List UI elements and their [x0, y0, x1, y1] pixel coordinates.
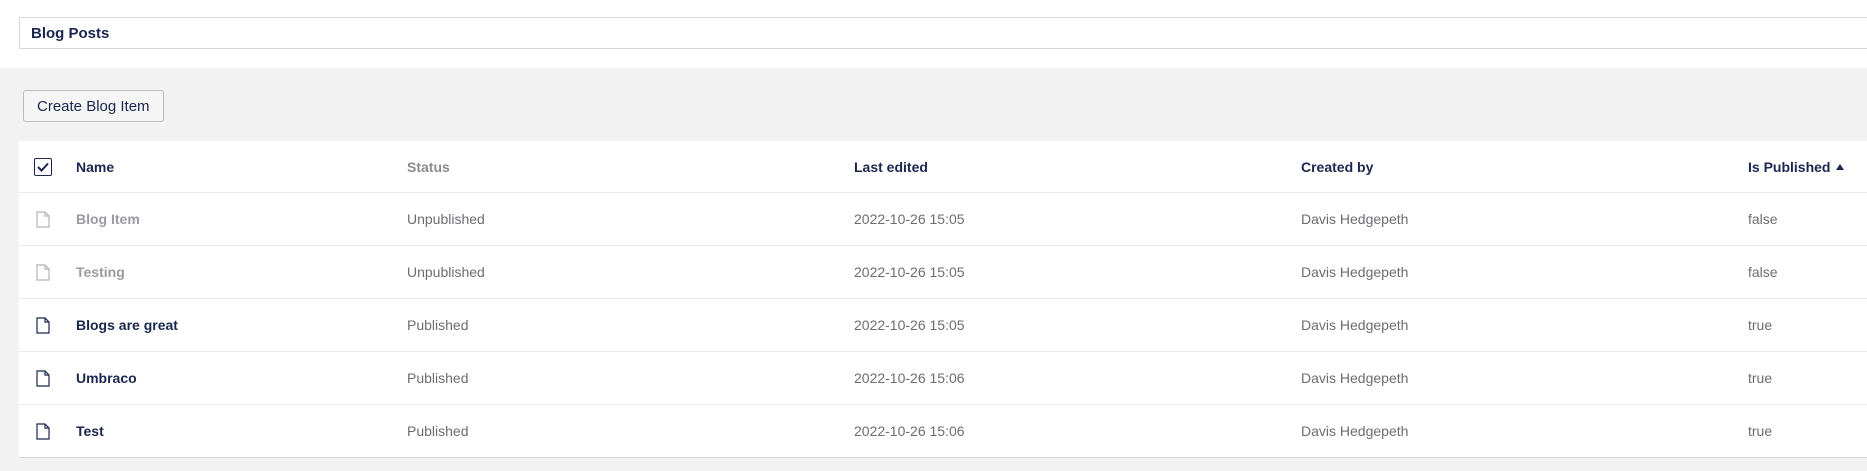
- column-header-name[interactable]: Name: [76, 159, 114, 175]
- document-icon[interactable]: [33, 421, 53, 441]
- sort-ascending-icon: [1836, 163, 1845, 170]
- column-header-is-published[interactable]: Is Published: [1748, 158, 1845, 175]
- select-all-checkbox[interactable]: [33, 157, 53, 177]
- row-name-link[interactable]: Blogs are great: [76, 317, 178, 333]
- document-icon[interactable]: [33, 209, 53, 229]
- row-name-link[interactable]: Blog Item: [76, 211, 140, 227]
- row-created-by: Davis Hedgepeth: [1301, 370, 1409, 386]
- row-status: Published: [407, 317, 469, 333]
- row-is-published: true: [1748, 370, 1773, 386]
- column-header-is-published-label: Is Published: [1748, 158, 1831, 175]
- checkbox[interactable]: [34, 157, 52, 176]
- row-last-edited: 2022-10-26 15:05: [854, 264, 965, 280]
- document-icon[interactable]: [33, 315, 53, 335]
- table-row[interactable]: Blog Item Unpublished 2022-10-26 15:05 D…: [19, 193, 1867, 246]
- column-header-last-edited[interactable]: Last edited: [854, 159, 928, 175]
- row-last-edited: 2022-10-26 15:05: [854, 317, 965, 333]
- row-name-link[interactable]: Test: [76, 423, 104, 439]
- document-icon[interactable]: [33, 262, 53, 282]
- page: Blog Posts Create Blog Item Name Status …: [0, 0, 1867, 471]
- row-is-published: false: [1748, 264, 1778, 280]
- title-bar: Blog Posts: [19, 17, 1867, 49]
- list-view-table: Name Status Last edited Created by Is Pu…: [19, 141, 1867, 458]
- row-created-by: Davis Hedgepeth: [1301, 423, 1409, 439]
- row-status: Unpublished: [407, 211, 485, 227]
- row-status: Published: [407, 423, 469, 439]
- row-name-link[interactable]: Testing: [76, 264, 125, 280]
- row-name-link[interactable]: Umbraco: [76, 370, 137, 386]
- table-row[interactable]: Test Published 2022-10-26 15:06 Davis He…: [19, 405, 1867, 458]
- table-row[interactable]: Testing Unpublished 2022-10-26 15:05 Dav…: [19, 246, 1867, 299]
- row-status: Unpublished: [407, 264, 485, 280]
- row-is-published: false: [1748, 211, 1778, 227]
- create-blog-item-button[interactable]: Create Blog Item: [23, 90, 164, 122]
- row-is-published: true: [1748, 423, 1773, 439]
- table-row[interactable]: Blogs are great Published 2022-10-26 15:…: [19, 299, 1867, 352]
- document-icon[interactable]: [33, 368, 53, 388]
- row-created-by: Davis Hedgepeth: [1301, 264, 1409, 280]
- column-header-status: Status: [407, 158, 450, 175]
- row-last-edited: 2022-10-26 15:05: [854, 211, 965, 227]
- row-created-by: Davis Hedgepeth: [1301, 211, 1409, 227]
- row-status: Published: [407, 370, 469, 386]
- row-is-published: true: [1748, 317, 1773, 333]
- row-created-by: Davis Hedgepeth: [1301, 317, 1409, 333]
- row-last-edited: 2022-10-26 15:06: [854, 370, 965, 386]
- row-last-edited: 2022-10-26 15:06: [854, 423, 965, 439]
- table-row[interactable]: Umbraco Published 2022-10-26 15:06 Davis…: [19, 352, 1867, 405]
- checkmark-icon: [37, 162, 49, 172]
- column-header-created-by[interactable]: Created by: [1301, 159, 1373, 175]
- page-title: Blog Posts: [31, 24, 110, 42]
- table-header-row: Name Status Last edited Created by Is Pu…: [19, 141, 1867, 193]
